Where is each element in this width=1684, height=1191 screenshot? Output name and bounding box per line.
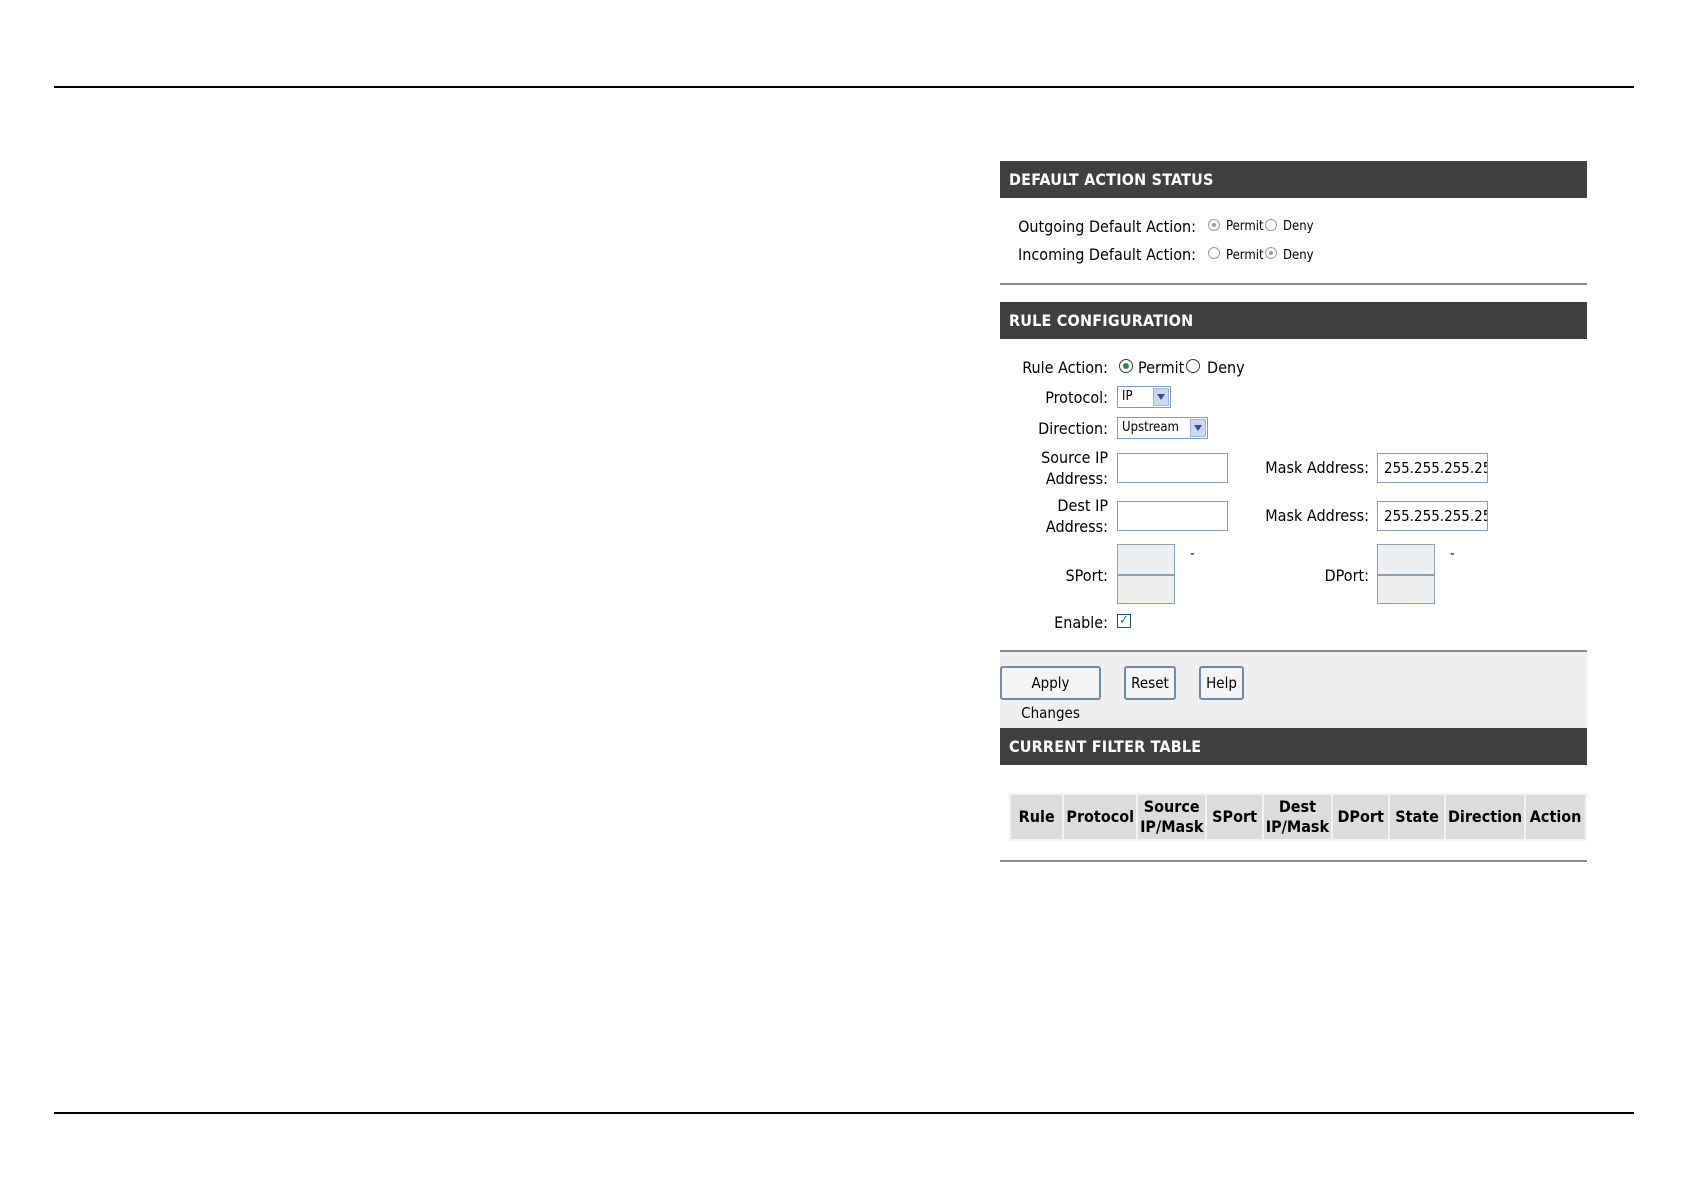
table-header-row: Rule Protocol Source IP/Mask SPort Dest IP… [1011,795,1585,839]
section-divider [1000,283,1587,285]
dest-mask-input[interactable]: 255.255.255.255 [1377,501,1488,531]
filter-table: Rule Protocol Source IP/Mask SPort Dest IP… [1009,793,1587,841]
column-header: State [1390,795,1444,839]
sport-range-separator: - [1190,546,1195,562]
protocol-label: Protocol: [1045,388,1108,407]
chevron-down-icon [1190,419,1206,437]
incoming-permit-label: Permit [1226,248,1264,263]
section-divider [1000,860,1587,862]
sport-label: SPort: [1065,566,1108,585]
sport-range-input[interactable] [1117,544,1175,604]
source-mask-input[interactable]: 255.255.255.255 [1377,453,1488,483]
filter-table-header: CURRENT FILTER TABLE [1000,728,1587,765]
rule-permit-radio[interactable] [1119,359,1133,373]
column-header: Direction [1445,795,1525,839]
column-header: Action [1526,795,1585,839]
outgoing-deny-radio[interactable] [1265,219,1277,231]
action-button-bar: Apply Changes Reset Help [1000,652,1587,728]
source-ip-input[interactable] [1117,453,1228,483]
dest-ip-input[interactable] [1117,501,1228,531]
protocol-select[interactable]: IP [1117,386,1171,408]
column-header: Source IP/Mask [1138,795,1206,839]
rule-deny-label: Deny [1207,358,1245,377]
column-header: Dest IP/Mask [1263,795,1332,839]
help-button[interactable]: Help [1199,666,1244,700]
default-action-header: DEFAULT ACTION STATUS [1000,161,1587,198]
enable-checkbox[interactable]: ✓ [1117,614,1131,628]
page-bottom-rule [54,1112,1634,1114]
incoming-deny-label: Deny [1283,248,1314,263]
outgoing-deny-label: Deny [1283,219,1314,234]
apply-changes-button[interactable]: Apply Changes [1000,666,1101,722]
dport-range-input[interactable] [1377,544,1435,604]
dport-label: DPort: [1324,566,1369,585]
reset-button[interactable]: Reset [1124,666,1176,700]
outgoing-default-action-label: Outgoing Default Action: [1018,217,1196,236]
firewall-panel: DEFAULT ACTION STATUS Outgoing Default A… [1000,160,1587,862]
incoming-default-action-label: Incoming Default Action: [1017,245,1196,264]
outgoing-permit-radio[interactable] [1208,219,1220,231]
chevron-down-icon [1153,388,1169,406]
protocol-select-value: IP [1122,389,1133,404]
direction-select[interactable]: Upstream [1117,417,1208,439]
column-header: DPort [1333,795,1389,839]
column-header: Rule [1011,795,1063,839]
rule-permit-label: Permit [1138,358,1185,377]
dest-ip-label-line2: Address: [1045,517,1108,536]
column-header: SPort [1207,795,1262,839]
page-top-rule [54,86,1634,88]
rule-deny-radio[interactable] [1186,359,1200,373]
rule-action-label: Rule Action: [1022,358,1108,377]
enable-label: Enable: [1054,613,1108,632]
incoming-permit-radio[interactable] [1208,247,1220,259]
dest-mask-label: Mask Address: [1265,506,1369,525]
direction-select-value: Upstream [1122,420,1179,435]
incoming-deny-radio[interactable] [1265,247,1277,259]
source-ip-label-line2: Address: [1045,469,1108,488]
outgoing-permit-label: Permit [1226,219,1264,234]
dest-ip-label-line1: Dest IP [1057,496,1108,515]
rule-configuration-header: RULE CONFIGURATION [1000,302,1587,339]
direction-label: Direction: [1038,419,1108,438]
source-mask-label: Mask Address: [1265,458,1369,477]
column-header: Protocol [1064,795,1137,839]
source-ip-label-line1: Source IP [1041,448,1108,467]
dport-range-separator: - [1450,546,1455,562]
